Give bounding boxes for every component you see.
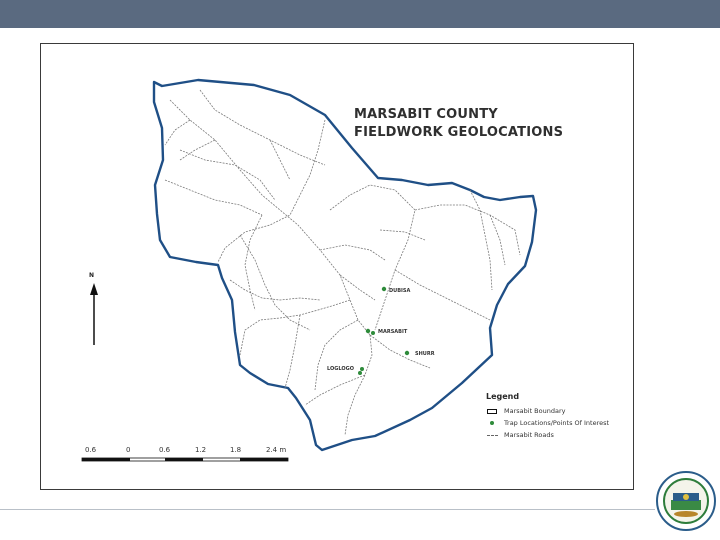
- place-label-shurr: SHURR: [415, 351, 435, 357]
- slide-footer-line: [0, 509, 655, 510]
- trap-point: [365, 328, 371, 334]
- scale-bar: [81, 457, 289, 462]
- north-arrow: [90, 283, 98, 345]
- map-title-line2: FIELDWORK GEOLOCATIONS: [354, 125, 564, 140]
- place-label-dubisa: DUBISA: [389, 288, 411, 294]
- place-label-marsabit: MARSABIT: [378, 329, 408, 335]
- legend-item-label: Trap Locations/Points Of Interest: [504, 419, 610, 427]
- trap-point: [358, 371, 362, 375]
- green-dot-icon: [486, 419, 498, 427]
- place-label-logologo: LOGLOGO: [327, 366, 354, 372]
- map-title-line1: MARSABIT COUNTY: [354, 107, 498, 122]
- north-label: N: [89, 272, 95, 279]
- legend-item: Trap Locations/Points Of Interest: [486, 417, 609, 429]
- legend-title: Legend: [486, 392, 520, 401]
- legend-item-label: Marsabit Roads: [504, 431, 554, 439]
- scale-tick-label: 2.4 m: [266, 446, 287, 454]
- dashed-line-icon: [486, 431, 498, 439]
- legend-item-label: Marsabit Boundary: [504, 407, 566, 415]
- scale-tick-label: 0.6: [85, 446, 97, 454]
- scale-tick-label: 1.8: [230, 446, 242, 454]
- trap-point: [360, 367, 364, 371]
- county-seal-icon: [656, 471, 716, 531]
- trap-point: [404, 350, 410, 356]
- map-canvas: [81, 78, 538, 462]
- scale-tick-label: 0: [126, 446, 131, 454]
- legend-item: Marsabit Roads: [486, 429, 609, 441]
- legend-item: Marsabit Boundary: [486, 405, 609, 417]
- map-legend: Legend Marsabit Boundary Trap Locations/…: [486, 392, 609, 441]
- scale-tick-label: 0.6: [159, 446, 171, 454]
- trap-point: [371, 331, 375, 335]
- boundary-box-icon: [486, 407, 498, 415]
- scale-tick-label: 1.2: [195, 446, 207, 454]
- map-title: MARSABIT COUNTY FIELDWORK GEOLOCATIONS: [354, 106, 563, 142]
- trap-point: [381, 286, 387, 292]
